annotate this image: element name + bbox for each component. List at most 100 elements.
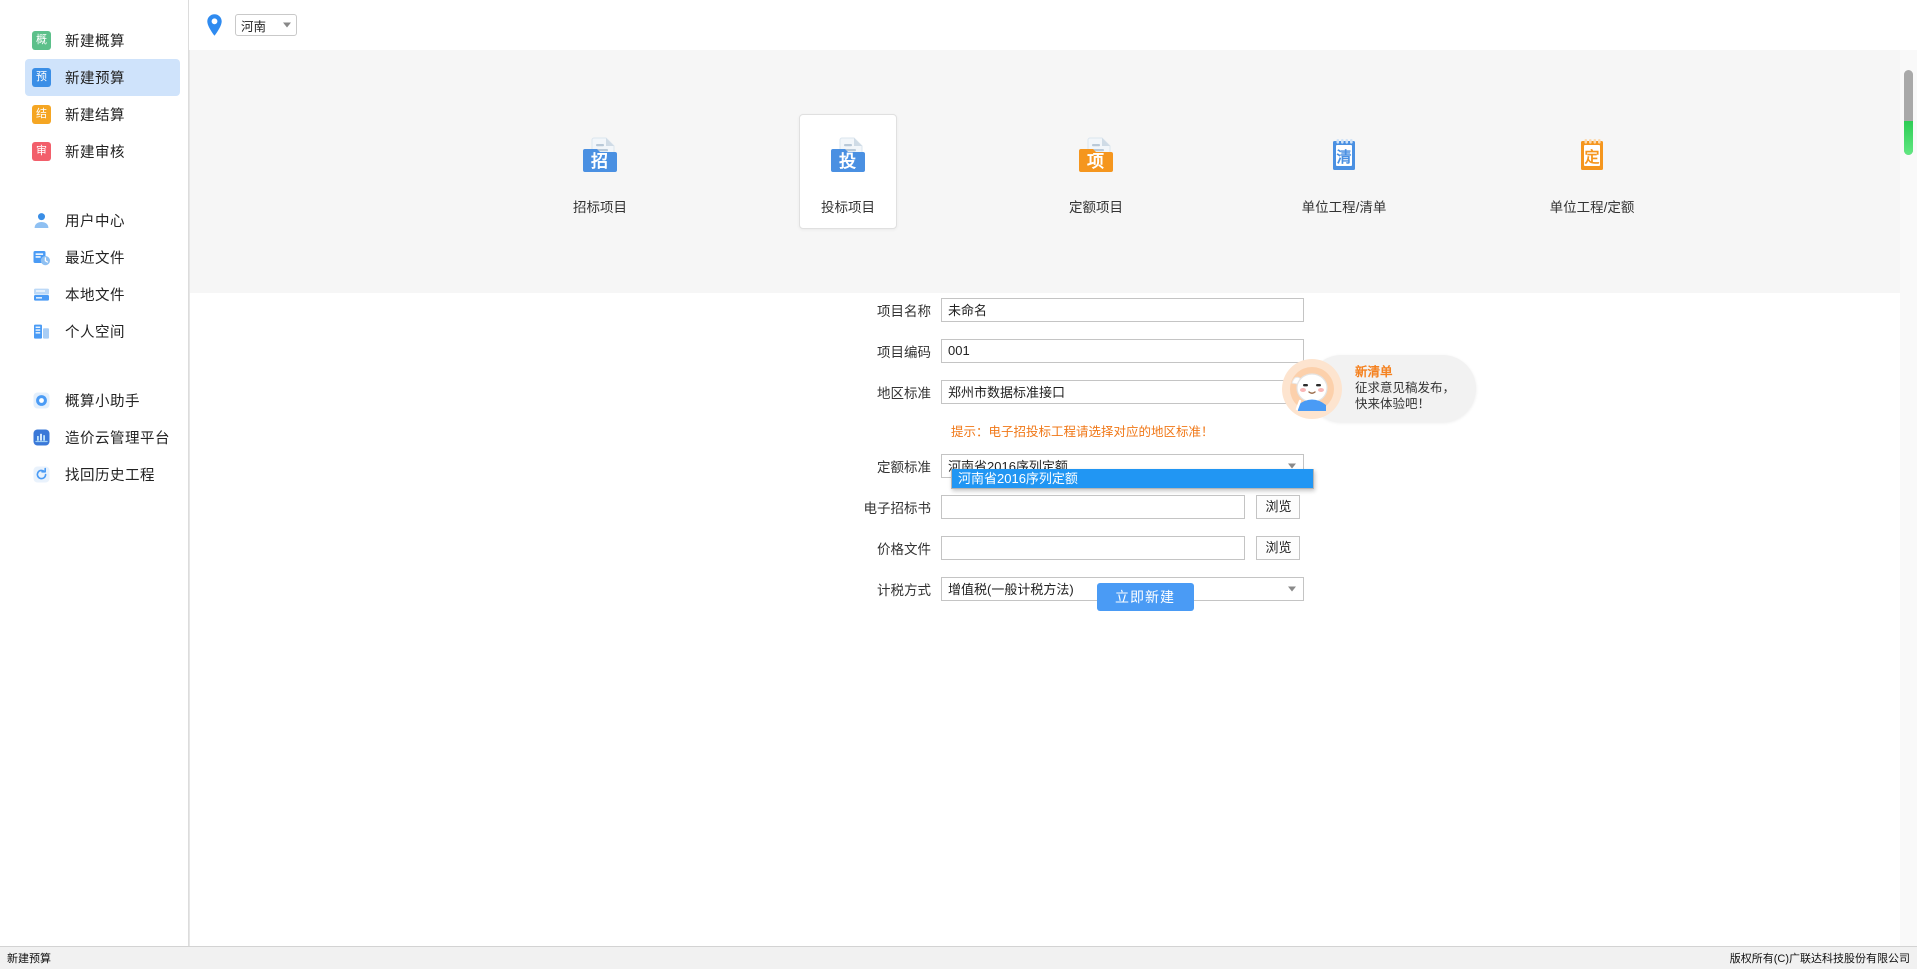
sidebar-item-new-budget[interactable]: 预 新建预算 (25, 59, 180, 96)
promo-title: 新清单 (1355, 365, 1393, 379)
sidebar-item-user-center[interactable]: 用户中心 (25, 202, 180, 239)
template-card-quota-project[interactable]: 项 定额项目 (1047, 114, 1145, 229)
vertical-scrollbar-track[interactable] (1900, 50, 1917, 946)
project-name-input[interactable] (941, 297, 1304, 322)
vertical-scrollbar-thumb[interactable] (1904, 70, 1913, 155)
template-type-strip: 招 招标项目 投 投标项目 项 定额项目 清 单位工程/清单 定 单位工程/定额 (190, 50, 1917, 293)
bill-pad-icon: 清 (1296, 128, 1392, 182)
sidebar-item-new-settlement[interactable]: 结 新建结算 (25, 96, 180, 133)
chevron-down-icon (1288, 463, 1296, 468)
template-card-label: 定额项目 (1069, 200, 1123, 215)
submit-area: 立即新建 (845, 583, 1445, 611)
bid-folder-icon: 投 (800, 128, 896, 182)
promo-mascot-bubble[interactable]: 新清单 征求意见稿发布， 快来体验吧！ (1280, 355, 1476, 429)
template-card-unit-bill[interactable]: 清 单位工程/清单 (1295, 114, 1393, 229)
statusbar-left-text: 新建预算 (7, 953, 51, 965)
price-file-input[interactable] (941, 535, 1245, 560)
sidebar-item-new-estimate[interactable]: 概 新建概算 (25, 22, 180, 59)
field-row-project-name: 项目名称 (845, 293, 1445, 326)
estimate-badge-icon: 概 (32, 31, 51, 50)
new-budget-form: 项目名称 项目编码 地区标准 郑州市数据标准接口 提示：电子招投标工 (845, 293, 1445, 613)
template-card-unit-quota[interactable]: 定 单位工程/定额 (1543, 114, 1641, 229)
sidebar-item-assistant[interactable]: 概算小助手 (25, 382, 180, 419)
template-card-label: 招标项目 (573, 200, 627, 215)
sidebar-item-label: 找回历史工程 (65, 468, 155, 484)
statusbar: 新建预算 版权所有(C)广联达科技股份有限公司 (0, 946, 1917, 969)
field-row-electronic-tender-doc: 电子招标书 浏览 (845, 490, 1445, 523)
promo-line-2: 快来体验吧！ (1355, 397, 1431, 411)
sidebar-item-local-files[interactable]: 本地文件 (25, 276, 180, 313)
tender-folder-icon: 招 (552, 128, 648, 182)
svg-text:项: 项 (1087, 152, 1104, 171)
template-card-label: 单位工程/定额 (1549, 200, 1635, 215)
sidebar-item-label: 个人空间 (65, 325, 125, 341)
sidebar-item-label: 最近文件 (65, 251, 125, 267)
assistant-icon (32, 391, 51, 410)
region-standard-value: 郑州市数据标准接口 (948, 385, 1066, 400)
region-select-value: 河南 (241, 19, 267, 34)
sidebar-item-personal-space[interactable]: 个人空间 (25, 313, 180, 350)
electronic-tender-doc-control: 浏览 (941, 494, 1301, 519)
create-now-button[interactable]: 立即新建 (1096, 583, 1194, 611)
price-file-browse-button[interactable]: 浏览 (1256, 535, 1301, 560)
sidebar: 概 新建概算 预 新建预算 结 新建结算 审 新建审核 用户中心 最近文件 本地… (0, 0, 189, 946)
quota-standard-dropdown[interactable]: 河南省2016序列定额 (951, 469, 1314, 489)
cloud-platform-icon (32, 428, 51, 447)
project-name-label: 项目名称 (877, 303, 931, 319)
price-file-label: 价格文件 (877, 541, 931, 557)
location-pin-icon (205, 13, 224, 38)
promo-line-1: 征求意见稿发布， (1355, 381, 1456, 395)
region-select[interactable]: 河南 (235, 14, 297, 36)
price-file-control: 浏览 (941, 535, 1301, 560)
sidebar-divider-2 (0, 350, 188, 382)
sidebar-item-recent-files[interactable]: 最近文件 (25, 239, 180, 276)
svg-text:投: 投 (839, 151, 856, 171)
quota-pad-icon: 定 (1544, 128, 1640, 182)
sidebar-item-label: 新建预算 (65, 71, 125, 87)
svg-text:清: 清 (1336, 148, 1351, 166)
template-card-tender[interactable]: 招 招标项目 (551, 114, 649, 229)
project-code-label: 项目编码 (877, 344, 931, 360)
audit-badge-icon: 审 (32, 142, 51, 161)
sidebar-item-label: 本地文件 (65, 288, 125, 304)
sidebar-item-label: 用户中心 (65, 214, 125, 230)
sidebar-item-label: 新建结算 (65, 108, 125, 124)
svg-text:定: 定 (1584, 148, 1599, 166)
personal-space-icon (32, 322, 51, 341)
quota-standard-option[interactable]: 河南省2016序列定额 (952, 469, 1313, 488)
sidebar-divider-1 (0, 170, 188, 202)
project-code-input[interactable] (941, 338, 1304, 363)
project-code-control (941, 338, 1304, 363)
budget-badge-icon: 预 (32, 68, 51, 87)
template-card-bid[interactable]: 投 投标项目 (799, 114, 897, 229)
project-name-control (941, 297, 1304, 322)
settlement-badge-icon: 结 (32, 105, 51, 124)
sidebar-item-label: 新建概算 (65, 34, 125, 50)
sidebar-item-label: 概算小助手 (65, 394, 140, 410)
chevron-down-icon (283, 22, 291, 28)
svg-text:招: 招 (591, 151, 608, 171)
local-files-icon (32, 285, 51, 304)
topbar: 河南 (189, 0, 1917, 50)
recent-files-icon (32, 248, 51, 267)
region-standard-hint: 提示：电子招投标工程请选择对应的地区标准！ (951, 425, 1214, 439)
scrollbar-progress-fill (1904, 121, 1913, 155)
electronic-tender-doc-label: 电子招标书 (863, 500, 932, 516)
electronic-tender-doc-browse-button[interactable]: 浏览 (1256, 494, 1301, 519)
mascot-character-icon (1280, 357, 1344, 421)
sidebar-item-history-recover[interactable]: 找回历史工程 (25, 456, 180, 493)
sidebar-item-label: 造价云管理平台 (65, 431, 170, 447)
sidebar-item-label: 新建审核 (65, 145, 125, 161)
app-window: 概 新建概算 预 新建预算 结 新建结算 审 新建审核 用户中心 最近文件 本地… (0, 0, 1917, 969)
region-standard-select[interactable]: 郑州市数据标准接口 (941, 379, 1304, 404)
sidebar-item-new-audit[interactable]: 审 新建审核 (25, 133, 180, 170)
region-standard-label: 地区标准 (877, 385, 931, 401)
content-divider (189, 50, 190, 946)
sidebar-item-cloud-platform[interactable]: 造价云管理平台 (25, 419, 180, 456)
template-card-label: 投标项目 (821, 200, 875, 215)
form-area: 项目名称 项目编码 地区标准 郑州市数据标准接口 提示：电子招投标工 (190, 293, 1917, 946)
template-card-label: 单位工程/清单 (1301, 200, 1387, 215)
user-icon (32, 211, 51, 230)
electronic-tender-doc-input[interactable] (941, 494, 1245, 519)
template-list: 招 招标项目 投 投标项目 项 定额项目 清 单位工程/清单 定 单位工程/定额 (551, 114, 1641, 229)
